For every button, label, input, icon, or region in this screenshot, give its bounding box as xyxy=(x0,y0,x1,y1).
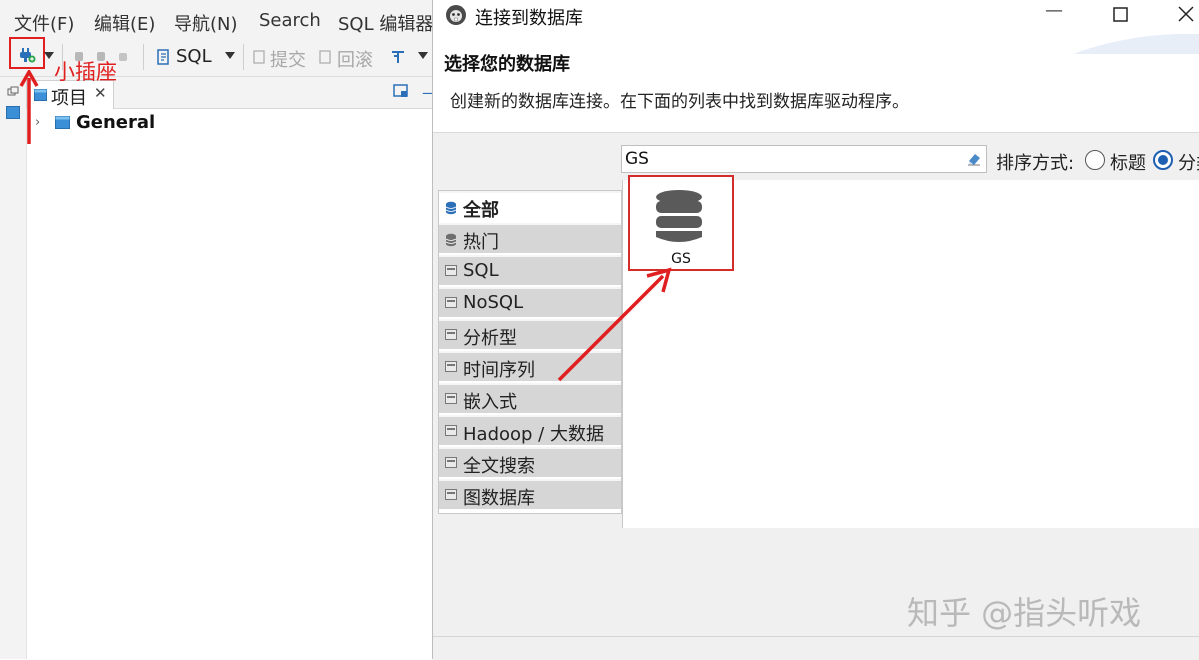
database-icon xyxy=(445,233,457,247)
dropdown-arrow-icon[interactable] xyxy=(418,52,428,60)
watermark: 知乎 @指头听戏 xyxy=(907,594,1142,632)
sort-by-category-label: 分类 xyxy=(1178,153,1199,174)
plug-icon xyxy=(20,48,36,63)
rollback-icon xyxy=(319,50,331,64)
menu-search[interactable]: Search xyxy=(259,10,321,31)
category-fulltext[interactable]: 全文搜索 xyxy=(439,447,621,477)
sql-button[interactable]: SQL xyxy=(176,46,212,67)
rollback-button[interactable]: 回滚 xyxy=(337,46,373,72)
folder-icon xyxy=(445,361,457,372)
menu-sql-editor[interactable]: SQL 编辑器 xyxy=(338,10,433,36)
clear-search-icon[interactable] xyxy=(966,152,982,166)
new-window-icon[interactable] xyxy=(393,83,409,99)
category-graph[interactable]: 图数据库 xyxy=(439,479,621,509)
sort-label: 排序方式: xyxy=(996,153,1075,174)
ide-window: 文件(F) 编辑(E) 导航(N) Search SQL 编辑器 SQL 提交 xyxy=(0,0,438,659)
minimize-icon[interactable]: — xyxy=(1045,0,1063,21)
left-gutter xyxy=(0,80,26,659)
folder-icon xyxy=(445,393,457,404)
category-all[interactable]: 全部 xyxy=(439,191,621,221)
close-icon[interactable] xyxy=(1178,6,1194,22)
project-tree: › General xyxy=(26,109,433,659)
folder-icon xyxy=(445,457,457,468)
transaction-mode-icon[interactable] xyxy=(390,49,406,65)
annotation-arrow-diagonal xyxy=(557,267,672,382)
header-title: 选择您的数据库 xyxy=(444,54,570,75)
tree-item-general[interactable]: General xyxy=(76,112,155,133)
connect-database-dialog: 连接到数据库 — 选择您的数据库 创建新的数据库连接。在下面的列表中找到数据库驱… xyxy=(432,0,1199,660)
category-label: 全文搜索 xyxy=(463,456,535,477)
category-label: 分析型 xyxy=(463,328,517,349)
category-popular[interactable]: 热门 xyxy=(439,223,621,253)
radio-dot xyxy=(1158,155,1168,165)
maximize-icon[interactable] xyxy=(1113,7,1128,22)
menu-edit[interactable]: 编辑(E) xyxy=(94,10,155,36)
folder-icon xyxy=(445,489,457,500)
database-icon xyxy=(656,190,702,242)
sort-by-title-radio[interactable] xyxy=(1085,150,1105,170)
folder-icon xyxy=(55,116,70,129)
new-connection-button[interactable] xyxy=(9,37,45,69)
dialog-footer xyxy=(433,636,1199,660)
menu-file[interactable]: 文件(F) xyxy=(14,10,74,36)
toolbar-separator xyxy=(243,44,244,70)
category-label: 时间序列 xyxy=(463,360,535,381)
dropdown-arrow-icon[interactable] xyxy=(44,52,54,60)
folder-icon xyxy=(445,329,457,340)
menu-bar: 文件(F) 编辑(E) 导航(N) Search SQL 编辑器 xyxy=(0,0,433,40)
toolbar-separator xyxy=(143,44,144,70)
driver-tile-gs[interactable]: GS xyxy=(628,175,734,271)
menu-navigate[interactable]: 导航(N) xyxy=(174,10,238,36)
driver-search-input[interactable]: GS xyxy=(621,145,987,173)
category-label: SQL xyxy=(463,260,499,281)
category-label: 热门 xyxy=(463,232,499,253)
sort-by-title-label: 标题 xyxy=(1110,153,1146,174)
commit-icon xyxy=(253,50,265,64)
header-subtitle: 创建新的数据库连接。在下面的列表中找到数据库驱动程序。 xyxy=(450,92,909,112)
category-label: 图数据库 xyxy=(463,488,535,509)
category-label: 嵌入式 xyxy=(463,392,517,413)
tab-projects-label: 项目 xyxy=(51,88,87,109)
category-label: NoSQL xyxy=(463,292,524,313)
sql-editor-icon xyxy=(157,49,169,65)
category-label: 全部 xyxy=(463,200,499,221)
folder-icon xyxy=(445,297,457,308)
close-tab-icon[interactable]: ✕ xyxy=(94,84,107,102)
commit-button[interactable]: 提交 xyxy=(270,46,306,72)
dbeaver-logo-icon xyxy=(446,5,466,25)
search-input-value: GS xyxy=(625,149,649,169)
category-label: Hadoop / 大数据 xyxy=(463,424,604,445)
category-hadoop[interactable]: Hadoop / 大数据 xyxy=(439,415,621,445)
sort-by-category-radio[interactable] xyxy=(1153,150,1173,170)
folder-icon xyxy=(445,265,457,276)
folder-icon xyxy=(445,425,457,436)
dialog-title: 连接到数据库 xyxy=(475,8,583,29)
annotation-label: 小插座 xyxy=(54,60,117,84)
annotation-arrow-up xyxy=(19,70,39,144)
header-decoration xyxy=(1073,33,1199,54)
dialog-titlebar: 连接到数据库 — xyxy=(433,0,1199,32)
database-icon xyxy=(445,201,457,215)
dialog-header: 选择您的数据库 创建新的数据库连接。在下面的列表中找到数据库驱动程序。 xyxy=(433,32,1199,133)
dropdown-arrow-icon[interactable] xyxy=(225,52,235,60)
